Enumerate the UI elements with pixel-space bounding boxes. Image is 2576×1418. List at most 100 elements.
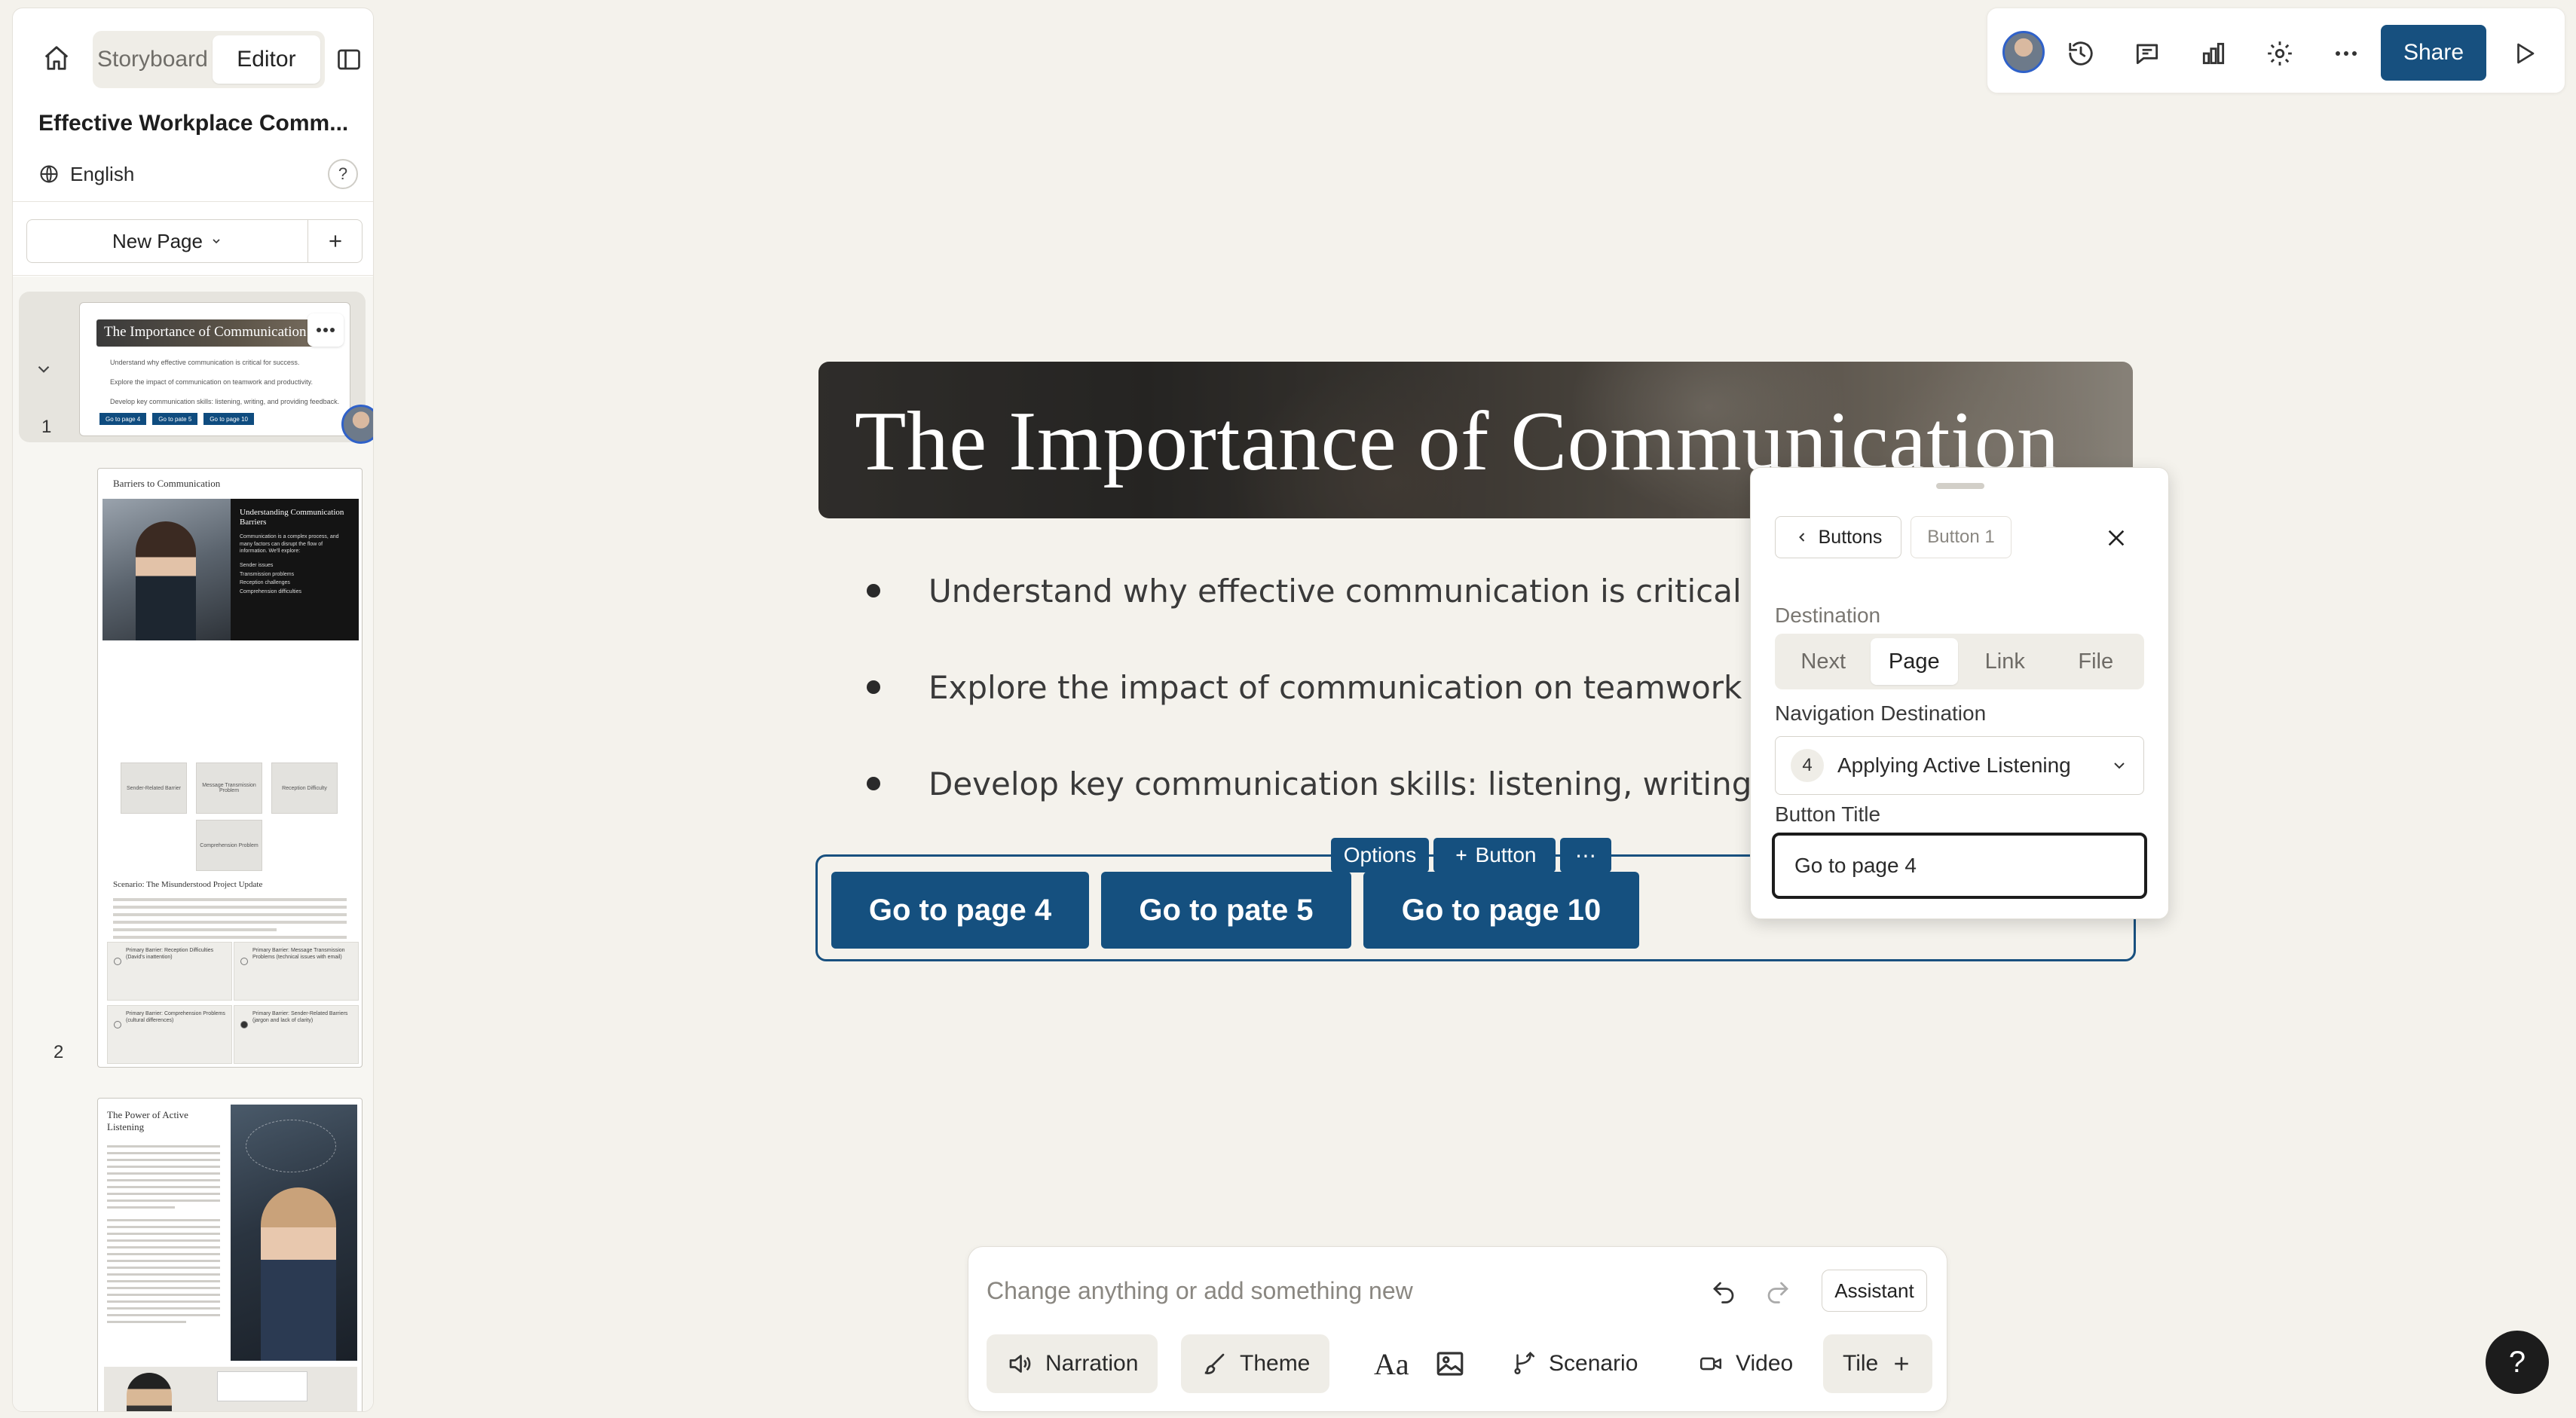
user-avatar[interactable] <box>2002 31 2045 73</box>
tab-editor[interactable]: Editor <box>212 35 320 84</box>
destination-segmented-control: Next Page Link File <box>1775 634 2144 689</box>
thumbnail-button: Go to pate 5 <box>152 413 198 425</box>
sidebar-header: Storyboard Editor <box>13 8 373 91</box>
assistant-button[interactable]: Assistant <box>1822 1270 1927 1312</box>
narration-button[interactable]: Narration <box>987 1334 1158 1393</box>
destination-option-page[interactable]: Page <box>1870 638 1958 685</box>
back-to-buttons-button[interactable]: Buttons <box>1775 516 1901 558</box>
more-icon <box>2336 51 2357 56</box>
page-thumbnail[interactable]: The Power of Active Listening <box>97 1098 363 1411</box>
chevron-left-icon <box>1798 533 1804 542</box>
undo-button[interactable] <box>1706 1274 1742 1310</box>
add-button-button[interactable]: Button <box>1433 838 1556 872</box>
tile-button[interactable]: Tile <box>1823 1334 1933 1393</box>
help-button[interactable]: ? <box>2486 1331 2549 1394</box>
redo-icon <box>1767 1282 1788 1303</box>
destination-option-link[interactable]: Link <box>1961 638 2049 685</box>
prompt-bar: Assistant Narration Theme Aa Scenario Vi… <box>968 1246 1947 1412</box>
destination-option-next[interactable]: Next <box>1779 638 1868 685</box>
page-thumbnail[interactable]: Barriers to Communication Understanding … <box>97 468 363 1068</box>
image-button[interactable] <box>1424 1334 1476 1393</box>
back-label: Buttons <box>1818 526 1883 548</box>
page-number-badge: 4 <box>1791 749 1824 782</box>
thumbnail-hero-list: Sender issues Transmission problems Rece… <box>240 561 350 597</box>
close-popover-button[interactable] <box>2099 521 2134 555</box>
breadcrumb-current: Button 1 <box>1911 516 2012 558</box>
sidebar-help-button[interactable]: ? <box>328 159 358 189</box>
chevron-down-icon <box>2114 762 2125 769</box>
thumbnail-option-card: Primary Barrier: Sender-Related Barriers… <box>234 1005 359 1064</box>
destination-option-file[interactable]: File <box>2052 638 2140 685</box>
thumbnail-body-lines <box>107 1145 220 1328</box>
thumbnail-box: Sender-Related Barrier <box>121 762 187 814</box>
thumbnail-option-card: Primary Barrier: Message Transmission Pr… <box>234 942 359 1001</box>
add-page-button[interactable] <box>308 219 363 263</box>
video-camera-icon <box>1699 1357 1722 1371</box>
settings-button[interactable] <box>2262 35 2298 72</box>
list-item: Transmission problems <box>240 571 295 577</box>
history-button[interactable] <box>2063 35 2099 72</box>
page-number: 1 <box>41 417 52 437</box>
page-thumbnail-list[interactable]: 1 The Importance of Communication Unders… <box>13 277 373 1411</box>
page-item-1[interactable]: 1 The Importance of Communication Unders… <box>19 292 366 442</box>
home-button[interactable] <box>35 37 78 79</box>
comments-button[interactable] <box>2129 35 2165 72</box>
prompt-input[interactable] <box>987 1265 1665 1316</box>
plus-icon <box>1895 1357 1908 1371</box>
button-properties-popover: Buttons Button 1 Destination Next Page L… <box>1750 467 2169 919</box>
typography-button[interactable]: Aa <box>1363 1334 1420 1393</box>
list-item[interactable]: Explore the impact of communication on t… <box>867 665 1812 710</box>
thumbnail-button: Go to page 4 <box>99 413 147 425</box>
page-thumbnail[interactable]: The Importance of Communication Understa… <box>79 302 350 436</box>
slide-button-2[interactable]: Go to pate 5 <box>1101 872 1351 949</box>
scenario-button[interactable]: Scenario <box>1491 1334 1657 1393</box>
left-sidebar: Storyboard Editor Effective Workplace Co… <box>12 8 374 1412</box>
new-page-button[interactable]: New Page <box>26 219 308 263</box>
plus-icon <box>329 235 341 247</box>
undo-icon <box>1713 1282 1734 1303</box>
mode-switch: Storyboard Editor <box>93 31 325 88</box>
top-toolbar: Share <box>1987 8 2565 93</box>
thumbnail-option-card: Primary Barrier: Comprehension Problems … <box>107 1005 232 1064</box>
bullet-text: Develop key communication skills: listen… <box>929 765 1832 802</box>
navigation-destination-value: Applying Active Listening <box>1837 753 2071 777</box>
list-item[interactable]: Understand why effective communication i… <box>867 568 1795 613</box>
project-title[interactable]: Effective Workplace Comm... <box>38 111 363 136</box>
tab-storyboard[interactable]: Storyboard <box>97 35 208 84</box>
language-selector[interactable]: English <box>38 159 134 189</box>
preview-button[interactable] <box>2506 35 2542 72</box>
group-more-button[interactable]: ⋯ <box>1560 838 1611 872</box>
bullet-text: Explore the impact of communication on t… <box>929 668 1812 706</box>
thumbnail-scenario-title: Scenario: The Misunderstood Project Upda… <box>113 880 263 889</box>
redo-button[interactable] <box>1760 1274 1796 1310</box>
thumbnail-box: Reception Difficulty <box>271 762 338 814</box>
thumbnail-hero-body: Communication is a complex process, and … <box>240 534 339 555</box>
video-button[interactable]: Video <box>1678 1334 1813 1393</box>
thumbnail-bullet: Understand why effective communication i… <box>110 359 300 366</box>
options-button[interactable]: Options <box>1331 838 1429 872</box>
navigation-destination-label: Navigation Destination <box>1775 701 1987 725</box>
plus-icon <box>1456 850 1466 860</box>
share-button[interactable]: Share <box>2381 25 2486 81</box>
thumbnail-bullet: Explore the impact of communication on t… <box>110 378 313 386</box>
slide-button-1[interactable]: Go to page 4 <box>831 872 1089 949</box>
slide-button-3[interactable]: Go to page 10 <box>1363 872 1639 949</box>
close-icon <box>2108 530 2125 546</box>
thumbnail-photo <box>231 1105 357 1361</box>
analytics-button[interactable] <box>2195 35 2232 72</box>
navigation-destination-select[interactable]: 4 Applying Active Listening <box>1775 736 2144 795</box>
button-group-toolbar: Options Button ⋯ <box>1331 838 1611 872</box>
globe-icon <box>40 165 58 183</box>
destination-label: Destination <box>1775 604 1881 627</box>
toggle-sidebar-button[interactable] <box>328 38 370 81</box>
list-item[interactable]: Develop key communication skills: listen… <box>867 761 1831 806</box>
page-more-button[interactable] <box>307 313 344 347</box>
drag-handle[interactable] <box>1936 483 1984 489</box>
theme-button[interactable]: Theme <box>1181 1334 1330 1393</box>
more-options-button[interactable] <box>2328 35 2364 72</box>
chevron-down-icon[interactable] <box>34 359 54 379</box>
bullet-icon <box>867 777 880 790</box>
list-item: Sender issues <box>240 562 274 568</box>
button-title-input[interactable] <box>1772 833 2147 899</box>
list-item: Reception challenges <box>240 580 290 586</box>
